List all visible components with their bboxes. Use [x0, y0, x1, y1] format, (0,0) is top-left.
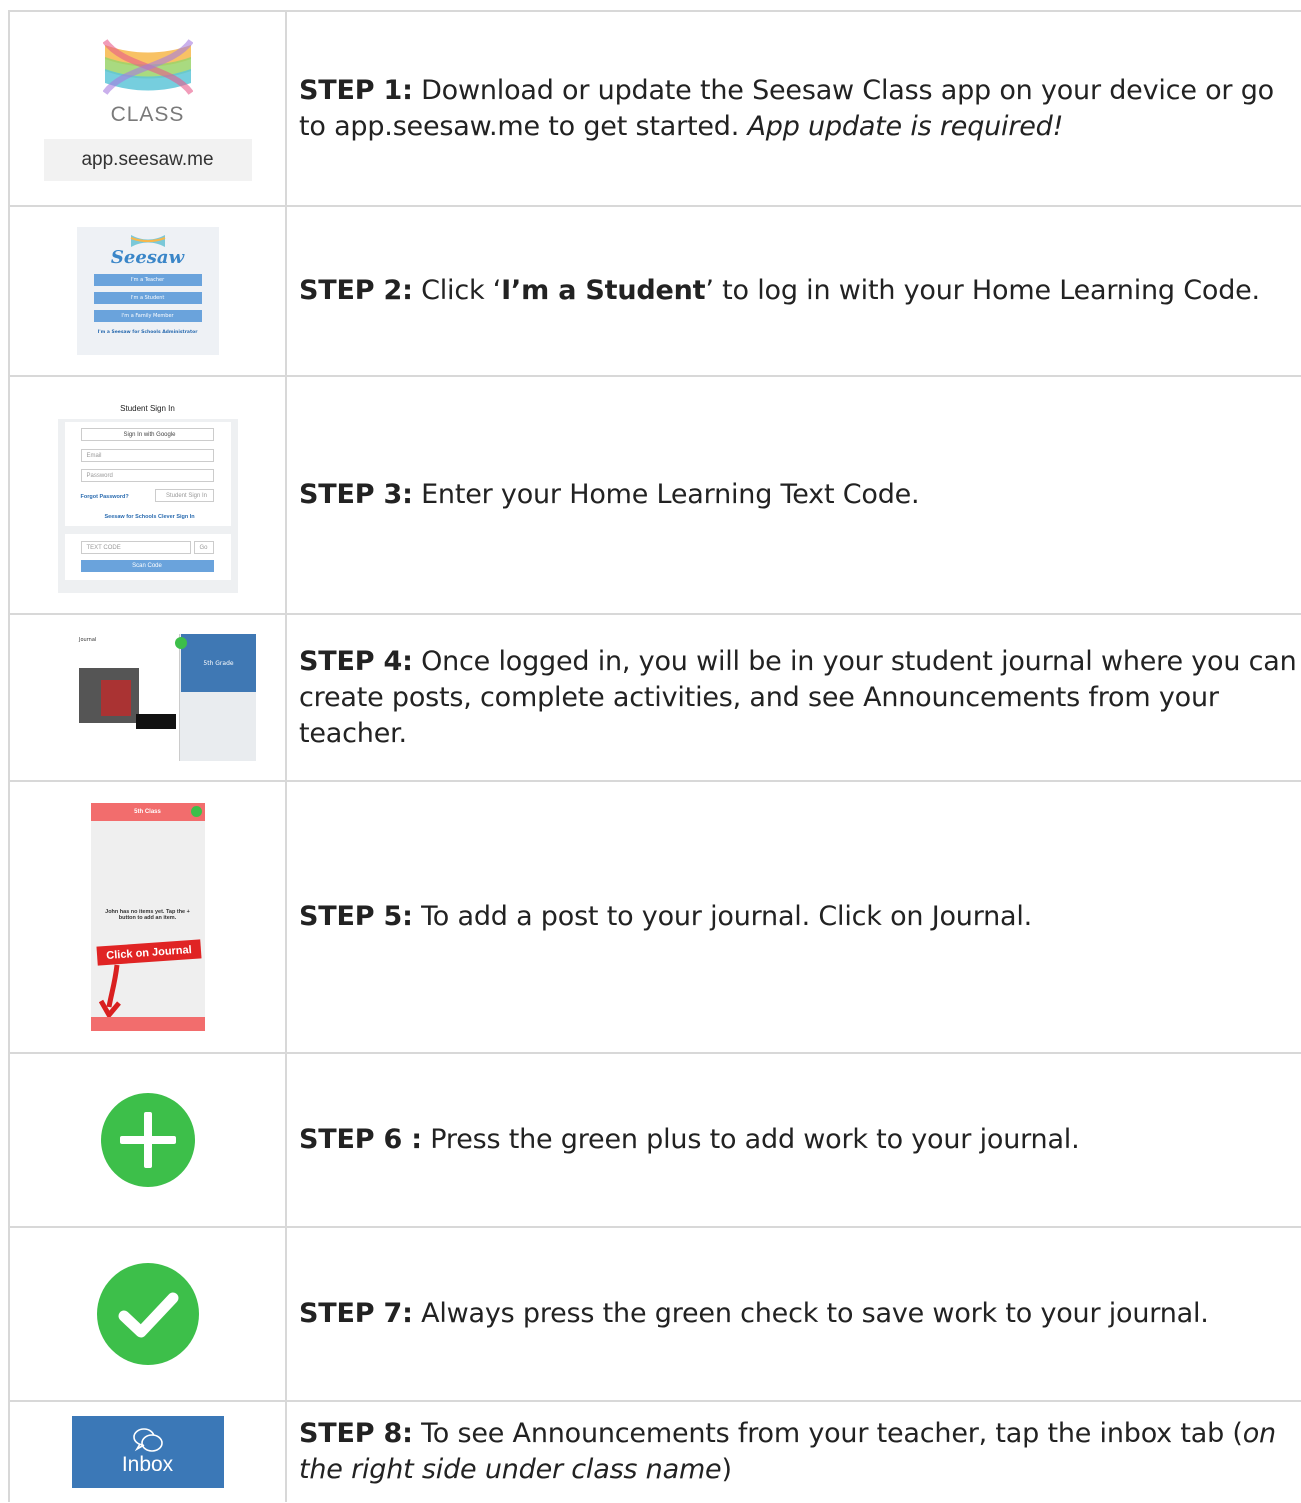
text-code-panel: TEXT CODE Go Scan Code	[64, 534, 231, 580]
step-7-image	[8, 1228, 287, 1400]
email-field[interactable]: Email	[80, 449, 214, 462]
step-5-label: STEP 5:	[299, 901, 413, 932]
admin-link[interactable]: I'm a Seesaw for Schools Administrator	[98, 330, 198, 335]
text-code-placeholder: TEXT CODE	[86, 544, 121, 551]
step-2-image: Seesaw I'm a Teacher I'm a Student I'm a…	[8, 207, 287, 375]
step-1-text: STEP 1: Download or update the Seesaw Cl…	[287, 12, 1301, 205]
clever-signin-link[interactable]: Seesaw for Schools Clever Sign In	[105, 514, 195, 520]
class-header-title: 5th Class	[134, 809, 161, 815]
step-6-body: Press the green plus to add work to your…	[421, 1124, 1080, 1155]
step-4-body: Once logged in, you will be in your stud…	[299, 645, 1297, 749]
class-label: CLASS	[110, 102, 185, 126]
green-check-icon[interactable]	[96, 1262, 200, 1366]
step-8-end: )	[721, 1454, 732, 1485]
step-8-body: To see Announcements from your teacher, …	[412, 1418, 1243, 1449]
green-plus-icon[interactable]	[100, 1092, 196, 1188]
step-2-row: Seesaw I'm a Teacher I'm a Student I'm a…	[8, 207, 1301, 377]
go-label: Go	[199, 544, 208, 551]
signin-label: Student Sign In	[165, 492, 208, 499]
step-8-row: Inbox STEP 8: To see Announcements from …	[8, 1402, 1301, 1502]
step-8-image: Inbox	[8, 1402, 287, 1502]
seesaw-brand: Seesaw	[110, 247, 185, 268]
step-7-label: STEP 7:	[299, 1298, 413, 1329]
teacher-button[interactable]: I'm a Teacher	[93, 274, 202, 286]
step-6-text: STEP 6 : Press the green plus to add wor…	[287, 1054, 1301, 1226]
go-button[interactable]: Go	[193, 541, 214, 554]
url-label[interactable]: app.seesaw.me	[43, 138, 252, 181]
step-1-italic: App update is required!	[747, 110, 1064, 142]
signin-title: Student Sign In	[120, 403, 175, 413]
journal-panel: Journal	[39, 634, 180, 761]
add-icon[interactable]	[190, 806, 202, 817]
journal-title: Journal	[79, 637, 97, 643]
step-7-row: STEP 7: Always press the green check to …	[8, 1228, 1301, 1402]
step-2-text: STEP 2: Click ‘I’m a Student’ to log in …	[287, 207, 1301, 375]
step-3-text: STEP 3: Enter your Home Learning Text Co…	[287, 377, 1301, 613]
student-signin-button[interactable]: Student Sign In	[154, 489, 214, 502]
step-3-image: Student Sign In Sign In with Google Emai…	[8, 377, 287, 613]
step-4-text: STEP 4: Once logged in, you will be in y…	[287, 615, 1301, 780]
password-placeholder: Password	[86, 472, 113, 479]
inbox-tab[interactable]: Inbox	[71, 1416, 224, 1488]
scan-code-button[interactable]: Scan Code	[80, 560, 214, 572]
step-3-body: Enter your Home Learning Text Code.	[412, 479, 920, 510]
caption-box	[136, 714, 176, 729]
click-journal-callout: Click on Journal	[95, 939, 202, 966]
step-3-label: STEP 3:	[299, 479, 413, 510]
step-7-body: Always press the green check to save wor…	[412, 1298, 1209, 1329]
class-name: 5th Grade	[203, 659, 234, 667]
step-6-row: STEP 6 : Press the green plus to add wor…	[8, 1054, 1301, 1228]
step-8-text: STEP 8: To see Announcements from your t…	[287, 1402, 1301, 1502]
photo-item	[101, 680, 131, 716]
step-2-label: STEP 2:	[299, 275, 413, 306]
step-3-row: Student Sign In Sign In with Google Emai…	[8, 377, 1301, 615]
class-header: 5th Class	[90, 803, 205, 821]
step-4-row: Journal 5th Grade STEP 4: Once logged in…	[8, 615, 1301, 782]
step-7-text: STEP 7: Always press the green check to …	[287, 1228, 1301, 1400]
step-5-body: To add a post to your journal. Click on …	[412, 901, 1033, 932]
google-label: Sign In with Google	[123, 431, 176, 438]
step-1-label: STEP 1:	[299, 74, 413, 106]
signin-header: Student Sign In	[57, 397, 238, 419]
forgot-password-link[interactable]: Forgot Password?	[81, 494, 129, 500]
step-6-image	[8, 1054, 287, 1226]
step-2-body-b: ’ to log in with your Home Learning Code…	[705, 275, 1260, 306]
inbox-label: Inbox	[121, 1453, 174, 1476]
step-5-row: 5th Class John has no items yet. Tap the…	[8, 782, 1301, 1054]
steps-table: CLASS app.seesaw.me STEP 1: Download or …	[8, 10, 1301, 1502]
email-placeholder: Email	[86, 452, 102, 459]
step-1-image: CLASS app.seesaw.me	[8, 12, 287, 205]
seesaw-logo-icon	[102, 38, 193, 95]
google-signin-button[interactable]: Sign In with Google	[80, 428, 214, 441]
bottom-tab-bar[interactable]	[90, 1017, 205, 1031]
step-5-image: 5th Class John has no items yet. Tap the…	[8, 782, 287, 1052]
step-2-bold: I’m a Student	[501, 275, 706, 306]
student-button[interactable]: I'm a Student	[93, 292, 202, 304]
arrow-down-icon	[98, 964, 121, 1018]
step-8-label: STEP 8:	[299, 1418, 413, 1449]
signin-panel: Sign In with Google Email Password Forgo…	[64, 422, 231, 526]
class-header: 5th Grade	[181, 634, 256, 692]
step-5-text: STEP 5: To add a post to your journal. C…	[287, 782, 1301, 1052]
step-6-label: STEP 6 :	[299, 1124, 422, 1155]
family-button[interactable]: I'm a Family Member	[93, 310, 202, 322]
step-1-row: CLASS app.seesaw.me STEP 1: Download or …	[8, 12, 1301, 207]
chat-bubbles-icon	[132, 1428, 163, 1452]
password-field[interactable]: Password	[80, 469, 214, 482]
step-4-image: Journal 5th Grade	[8, 615, 287, 780]
step-4-label: STEP 4:	[299, 645, 413, 677]
step-2-body-a: Click ‘	[412, 275, 502, 306]
empty-message: John has no items yet. Tap the + button …	[105, 909, 190, 921]
text-code-input[interactable]: TEXT CODE	[80, 541, 191, 554]
add-post-icon[interactable]	[175, 637, 187, 649]
